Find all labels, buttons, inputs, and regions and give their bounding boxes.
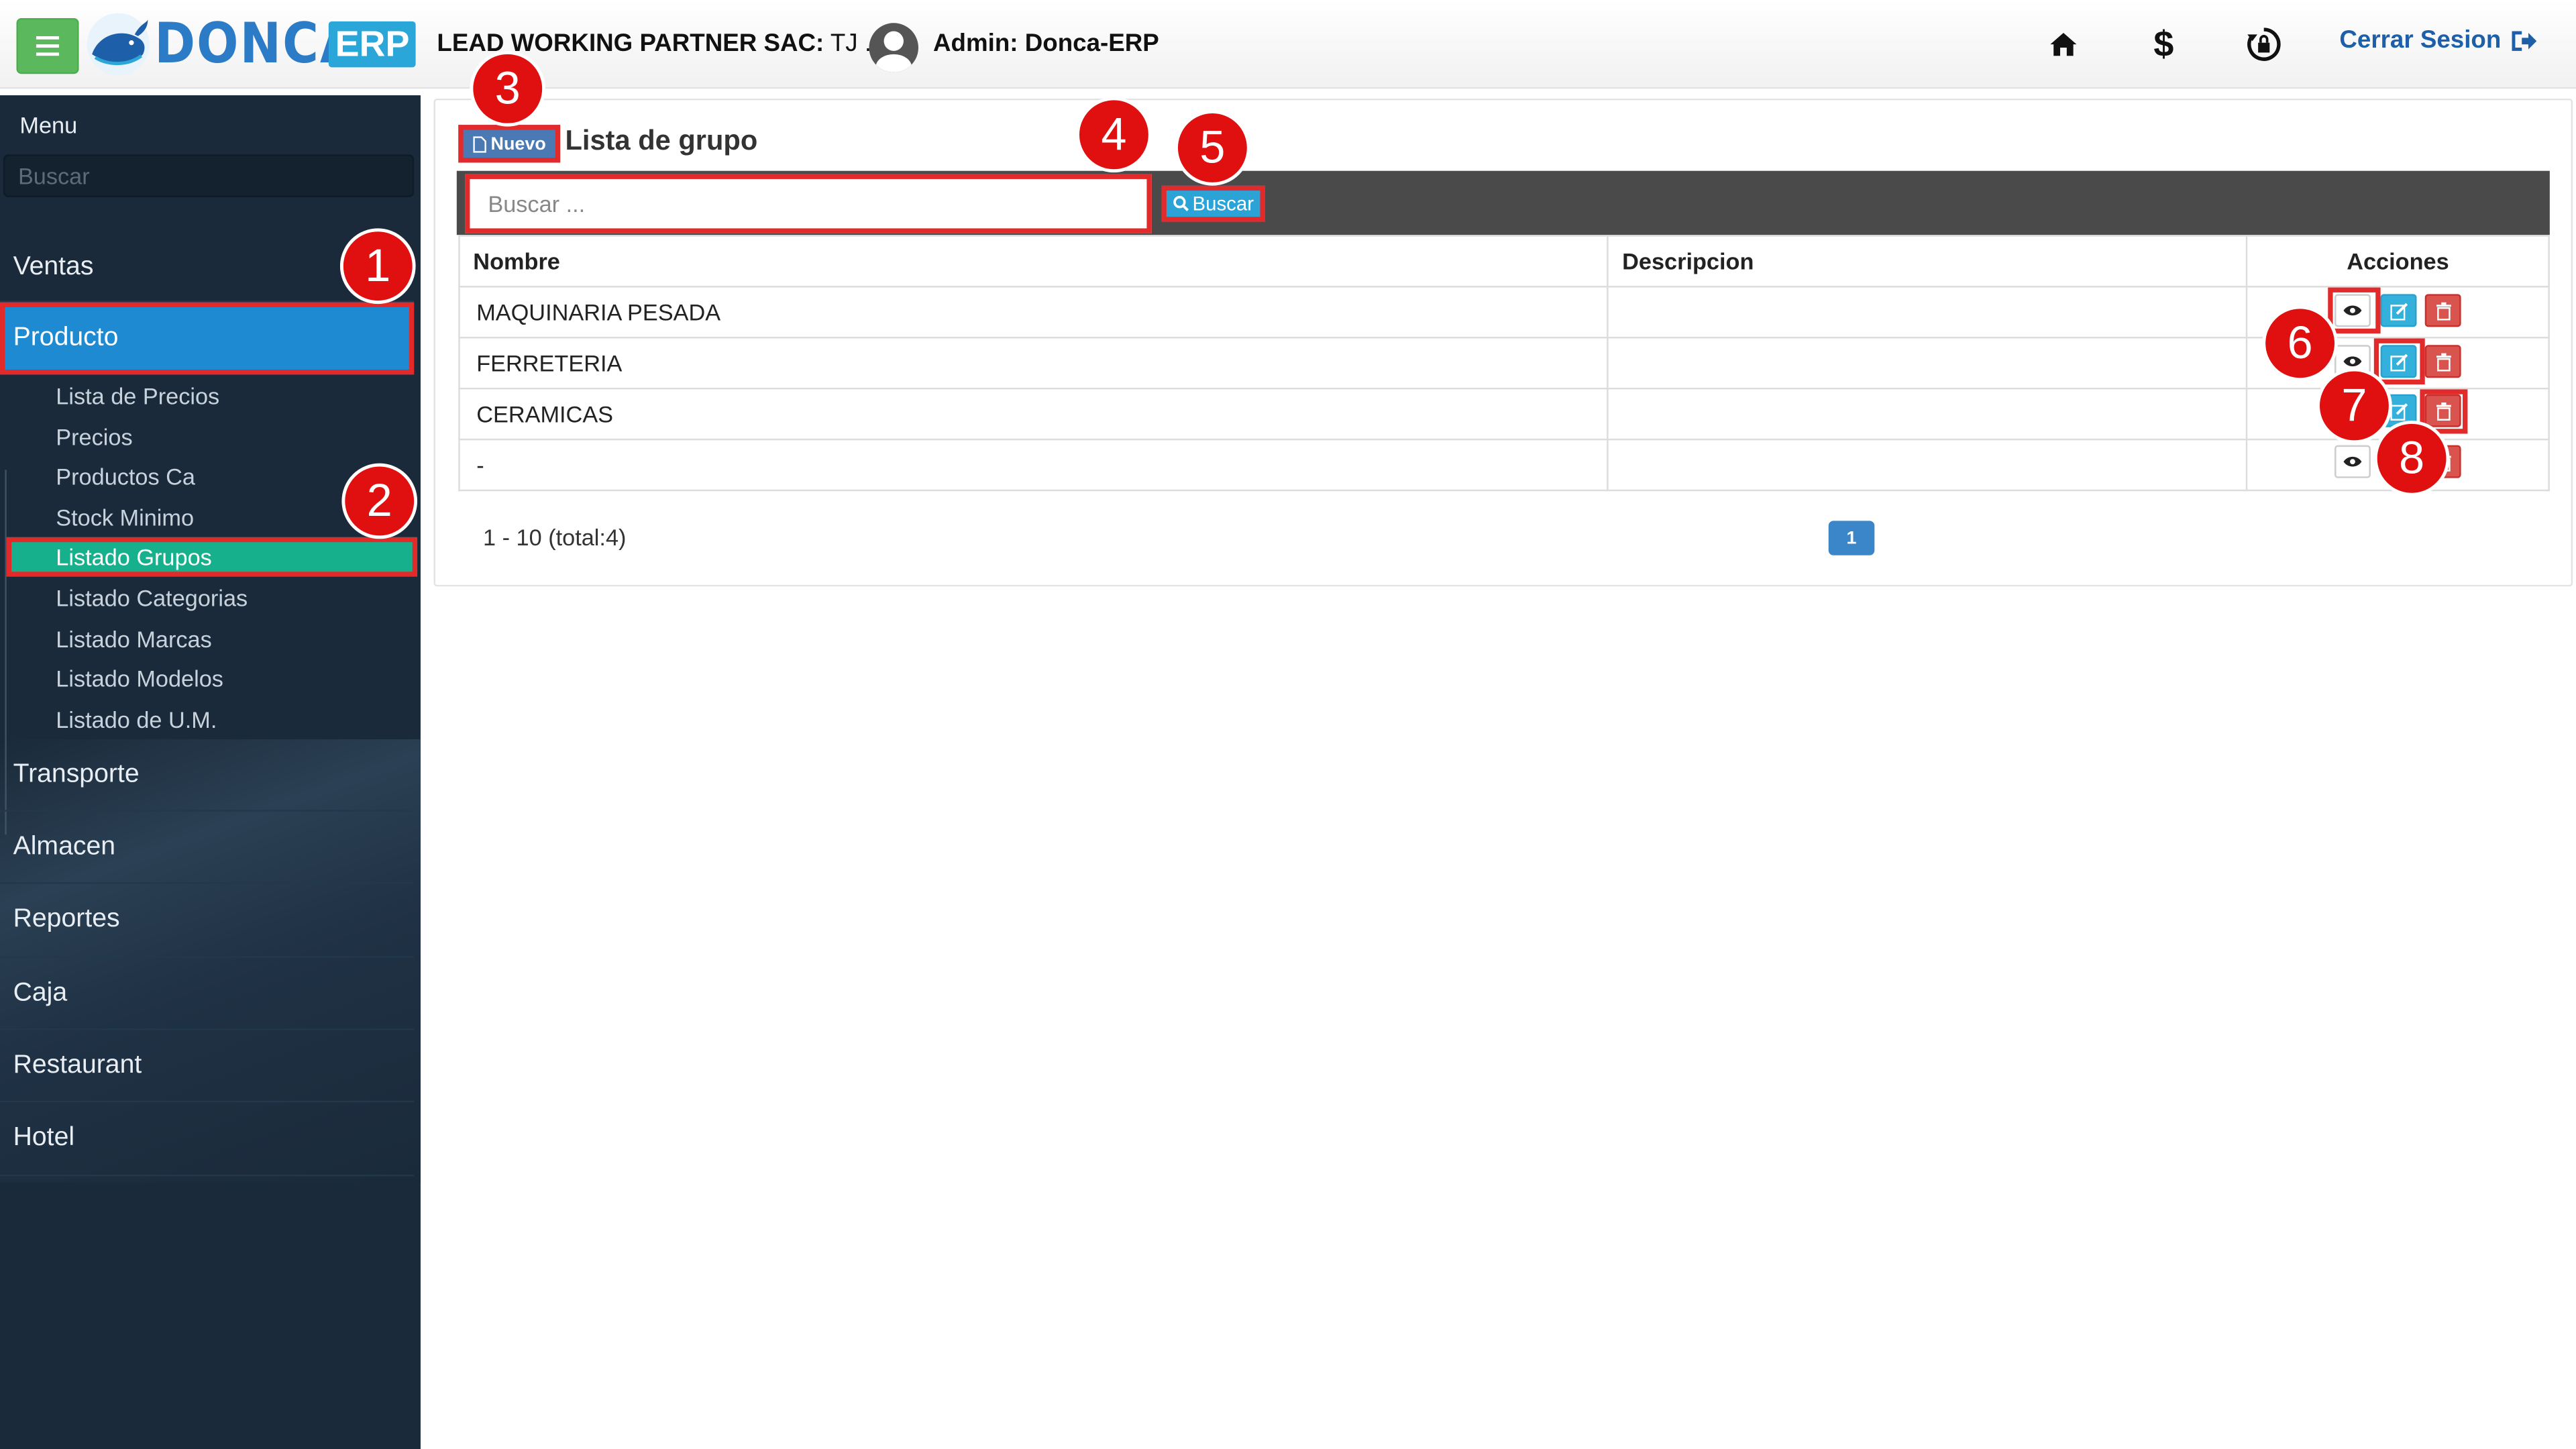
hamburger-menu-button[interactable] bbox=[16, 17, 79, 74]
file-icon bbox=[472, 136, 486, 152]
home-icon[interactable] bbox=[2042, 23, 2085, 66]
cell-nombre: - bbox=[458, 438, 1609, 492]
highlight-view-button bbox=[2328, 287, 2381, 334]
view-button[interactable] bbox=[2334, 445, 2371, 478]
trash-icon bbox=[2435, 352, 2451, 371]
annotation-badge: 6 bbox=[2262, 305, 2338, 382]
annotation-badge: 3 bbox=[470, 50, 546, 127]
submenu-stock-minimo[interactable]: Stock Minimo bbox=[56, 498, 194, 537]
sidebar-item-hotel[interactable]: Hotel bbox=[0, 1102, 415, 1177]
column-header-acciones: Acciones bbox=[2246, 235, 2550, 288]
new-button-label: Nuevo bbox=[490, 133, 546, 154]
submenu-productos-ca[interactable]: Productos Ca bbox=[56, 457, 195, 496]
annotation-badge: 1 bbox=[339, 228, 416, 305]
hamburger-icon bbox=[36, 36, 60, 56]
logout-link[interactable]: Cerrar Sesion bbox=[2339, 26, 2538, 54]
edit-icon bbox=[2390, 402, 2407, 420]
top-bar: DONCA ERP LEAD WORKING PARTNER SAC: TJ .… bbox=[0, 0, 2576, 89]
table-row: - bbox=[458, 438, 2550, 492]
table-row: MAQUINARIA PESADA bbox=[458, 286, 2550, 339]
submenu-precios[interactable]: Precios bbox=[56, 417, 132, 457]
dollar-icon[interactable]: $ bbox=[2142, 23, 2185, 66]
sidebar-item-restaurant[interactable]: Restaurant bbox=[0, 1030, 415, 1103]
submenu-lista-precios[interactable]: Lista de Precios bbox=[56, 376, 219, 416]
annotation-badge: 8 bbox=[2373, 420, 2450, 496]
trash-icon bbox=[2435, 301, 2451, 320]
logout-label: Cerrar Sesion bbox=[2339, 26, 2502, 54]
sidebar-menu-label: Menu bbox=[19, 111, 78, 138]
edit-icon bbox=[2390, 302, 2407, 320]
logo: DONCA ERP bbox=[85, 10, 417, 79]
submenu-listado-grupos[interactable]: Listado Grupos bbox=[6, 537, 418, 577]
new-button[interactable]: Nuevo bbox=[458, 125, 561, 163]
annotation-badge: 5 bbox=[1175, 110, 1250, 186]
groups-table: Nombre Descripcion Acciones MAQUINARIA P… bbox=[458, 235, 2550, 492]
cell-nombre: FERRETERIA bbox=[458, 337, 1609, 390]
submenu-listado-categorias[interactable]: Listado Categorias bbox=[56, 578, 248, 618]
annotation-badge: 4 bbox=[1076, 97, 1152, 173]
user-avatar bbox=[869, 23, 918, 72]
cell-descripcion bbox=[1607, 387, 2248, 441]
page-title: Lista de grupo bbox=[565, 125, 758, 156]
whale-logo-icon bbox=[87, 13, 150, 76]
pagination-info: 1 - 10 (total:4) bbox=[483, 524, 627, 551]
admin-user-label: Admin: Donca-ERP bbox=[933, 30, 1159, 58]
cell-descripcion bbox=[1607, 286, 2248, 339]
column-header-descripcion: Descripcion bbox=[1607, 235, 2248, 288]
lock-refresh-icon[interactable] bbox=[2243, 23, 2286, 66]
edit-button[interactable] bbox=[2380, 294, 2417, 327]
delete-button[interactable] bbox=[2424, 345, 2461, 378]
eye-icon bbox=[2343, 356, 2362, 367]
table-header-row: Nombre Descripcion Acciones bbox=[458, 235, 2550, 288]
cell-descripcion bbox=[1607, 438, 2248, 492]
sign-out-icon bbox=[2512, 30, 2538, 50]
cell-descripcion bbox=[1607, 337, 2248, 390]
column-header-nombre: Nombre bbox=[458, 235, 1609, 288]
sidebar-search-input[interactable]: Buscar bbox=[3, 154, 415, 197]
eye-icon bbox=[2343, 456, 2362, 467]
sidebar-item-reportes[interactable]: Reportes bbox=[0, 884, 415, 958]
table-row: CERAMICAS bbox=[458, 387, 2550, 441]
search-icon bbox=[1173, 196, 1189, 211]
cell-nombre: CERAMICAS bbox=[458, 387, 1609, 441]
search-input[interactable]: Buscar ... bbox=[465, 174, 1152, 233]
submenu-listado-um[interactable]: Listado de U.M. bbox=[56, 700, 217, 739]
sidebar-item-transporte[interactable]: Transporte bbox=[0, 739, 415, 812]
search-button[interactable]: Buscar bbox=[1161, 185, 1265, 222]
brand-erp-tag: ERP bbox=[328, 21, 417, 68]
highlight-edit-button bbox=[2373, 338, 2425, 385]
annotation-badge: 7 bbox=[2316, 368, 2392, 444]
annotation-badge: 2 bbox=[341, 463, 418, 539]
sidebar-item-almacen[interactable]: Almacen bbox=[0, 812, 415, 884]
sidebar-item-producto[interactable]: Producto bbox=[0, 302, 415, 375]
search-button-label: Buscar bbox=[1192, 192, 1254, 215]
sidebar-item-caja[interactable]: Caja bbox=[0, 958, 415, 1030]
submenu-listado-marcas[interactable]: Listado Marcas bbox=[56, 619, 212, 659]
cell-nombre: MAQUINARIA PESADA bbox=[458, 286, 1609, 339]
table-row: FERRETERIA bbox=[458, 337, 2550, 390]
submenu-listado-modelos[interactable]: Listado Modelos bbox=[56, 659, 223, 698]
delete-button[interactable] bbox=[2424, 294, 2461, 327]
page-button[interactable]: 1 bbox=[1828, 521, 1875, 555]
